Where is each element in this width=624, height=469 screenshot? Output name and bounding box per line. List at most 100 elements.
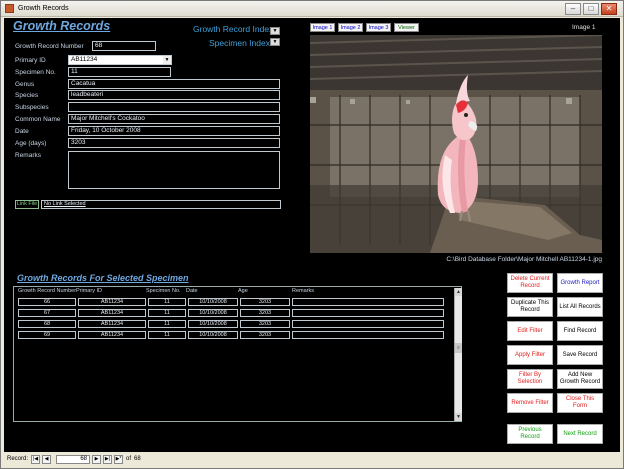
cell-specimen-no[interactable]: 11 — [148, 309, 186, 317]
growth-index-label: Growth Record Index — [193, 24, 274, 34]
link-status-text[interactable]: No Link Selected — [44, 201, 86, 207]
common-name-field[interactable]: Major Mitchell's Cockatoo — [68, 114, 280, 124]
remove-filter-button[interactable]: Remove Filter — [507, 393, 553, 413]
record-navigation-bar: Record: |◀ ◀ 68 ▶ ▶| ▶* of 68 — [4, 453, 620, 467]
cell-date[interactable]: 10/10/2008 — [188, 331, 238, 339]
tab-viewer[interactable]: Viewer — [394, 23, 419, 32]
cell-remarks[interactable] — [292, 298, 444, 306]
primary-id-label: Primary ID — [15, 57, 46, 64]
filter-by-selection-button[interactable]: Filter By Selection — [507, 369, 553, 389]
find-record-button[interactable]: Find Record — [557, 321, 603, 341]
next-record-icon[interactable]: ▶ — [92, 455, 101, 464]
form-icon — [5, 4, 14, 13]
species-label: Species — [15, 92, 39, 99]
tab-image-2[interactable]: Image 2 — [338, 23, 363, 32]
close-icon[interactable]: ✕ — [601, 3, 617, 15]
save-record-button[interactable]: Save Record — [557, 345, 603, 365]
next-record-button[interactable]: Next Record — [557, 424, 603, 444]
last-record-icon[interactable]: ▶| — [103, 455, 112, 464]
primary-id-value: AB11234 — [71, 56, 98, 63]
subform-vertical-scrollbar[interactable]: ▲ ≡ ▼ — [454, 288, 462, 421]
cell-growth-record-number[interactable]: 67 — [18, 309, 76, 317]
record-total: 68 — [134, 456, 141, 462]
add-new-record-button[interactable]: Add New Growth Record — [557, 369, 603, 389]
chevron-down-icon[interactable]: ▼ — [163, 56, 171, 64]
cell-remarks[interactable] — [292, 309, 444, 317]
cell-specimen-no[interactable]: 11 — [148, 331, 186, 339]
genus-label: Genus — [15, 81, 35, 88]
cell-growth-record-number[interactable]: 66 — [18, 298, 76, 306]
specimen-no-field[interactable]: 11 — [68, 67, 171, 77]
specimen-index-label: Specimen Index — [209, 38, 270, 48]
subspecies-field[interactable] — [68, 102, 280, 112]
column-header-primary-id: Primary ID — [76, 288, 102, 294]
cell-age[interactable]: 3203 — [240, 320, 290, 328]
date-field[interactable]: Friday, 10 October 2008 — [68, 126, 280, 136]
cell-date[interactable]: 10/10/2008 — [188, 309, 238, 317]
previous-record-icon[interactable]: ◀ — [42, 455, 51, 464]
growth-report-button[interactable]: Growth Report — [557, 273, 603, 293]
cell-specimen-no[interactable]: 11 — [148, 298, 186, 306]
link-file-button[interactable]: Link File — [15, 200, 39, 209]
table-row[interactable]: 68 AB11234 11 10/10/2008 3203 — [18, 320, 448, 328]
maximize-icon[interactable]: □ — [583, 3, 599, 15]
scroll-down-icon[interactable]: ▼ — [455, 413, 462, 421]
form-horizontal-scrollbar[interactable] — [148, 456, 618, 464]
age-field[interactable]: 3203 — [68, 138, 280, 148]
cell-primary-id[interactable]: AB11234 — [78, 298, 146, 306]
cell-remarks[interactable] — [292, 320, 444, 328]
date-label: Date — [15, 128, 29, 135]
cell-date[interactable]: 10/10/2008 — [188, 320, 238, 328]
species-field[interactable]: leadbeateri — [68, 90, 280, 100]
subform-title: Growth Records For Selected Specimen — [17, 273, 189, 283]
specimen-photo[interactable] — [310, 35, 602, 253]
growth-records-subform: Growth Record Number Primary ID Specimen… — [13, 286, 462, 422]
previous-record-button[interactable]: Previous Record — [507, 424, 553, 444]
growth-record-number-label: Growth Record Number — [15, 43, 84, 50]
edit-filter-button[interactable]: Edit Filter — [507, 321, 553, 341]
cell-age[interactable]: 3203 — [240, 331, 290, 339]
tab-image-3[interactable]: Image 3 — [366, 23, 391, 32]
cell-age[interactable]: 3203 — [240, 298, 290, 306]
column-header-age: Age — [238, 288, 248, 294]
cell-remarks[interactable] — [292, 331, 444, 339]
column-header-growth-record-number: Growth Record Number — [18, 288, 77, 294]
apply-filter-button[interactable]: Apply Filter — [507, 345, 553, 365]
primary-id-combo[interactable]: AB11234 ▼ — [68, 55, 172, 65]
current-record-input[interactable]: 68 — [56, 455, 90, 464]
remarks-field[interactable] — [68, 151, 280, 189]
scroll-up-icon[interactable]: ▲ — [455, 288, 462, 296]
table-row[interactable]: 69 AB11234 11 10/10/2008 3203 — [18, 331, 448, 339]
genus-field[interactable]: Cacatua — [68, 79, 280, 89]
growth-record-number-field[interactable]: 68 — [92, 41, 156, 51]
close-form-button[interactable]: Close This Form — [557, 393, 603, 413]
tab-image-1[interactable]: Image 1 — [310, 23, 335, 32]
column-header-remarks: Remarks — [292, 288, 315, 294]
list-all-records-button[interactable]: List All Records — [557, 297, 603, 317]
table-row[interactable]: 66 AB11234 11 10/10/2008 3203 — [18, 298, 448, 306]
cell-specimen-no[interactable]: 11 — [148, 320, 186, 328]
table-row[interactable]: 67 AB11234 11 10/10/2008 3203 — [18, 309, 448, 317]
cell-growth-record-number[interactable]: 68 — [18, 320, 76, 328]
cell-date[interactable]: 10/10/2008 — [188, 298, 238, 306]
window-title: Growth Records — [18, 5, 69, 12]
link-status-box: No Link Selected — [41, 200, 281, 209]
delete-record-button[interactable]: Delete Current Record — [507, 273, 553, 293]
first-record-icon[interactable]: |◀ — [31, 455, 40, 464]
growth-index-dropdown[interactable]: ▼ — [270, 27, 280, 35]
duplicate-record-button[interactable]: Duplicate This Record — [507, 297, 553, 317]
cell-growth-record-number[interactable]: 69 — [18, 331, 76, 339]
subspecies-label: Subspecies — [15, 104, 49, 111]
column-header-date: Date — [186, 288, 198, 294]
cell-primary-id[interactable]: AB11234 — [78, 309, 146, 317]
access-window: Growth Records – □ ✕ Growth Records Grow… — [0, 0, 624, 469]
scroll-thumb[interactable]: ≡ — [455, 343, 462, 353]
specimen-index-dropdown[interactable]: ▼ — [270, 38, 280, 46]
new-record-icon[interactable]: ▶* — [114, 455, 123, 464]
cell-age[interactable]: 3203 — [240, 309, 290, 317]
cell-primary-id[interactable]: AB11234 — [78, 331, 146, 339]
record-of-label: of — [126, 456, 132, 462]
cell-primary-id[interactable]: AB11234 — [78, 320, 146, 328]
title-bar: Growth Records – □ ✕ — [1, 1, 623, 17]
minimize-icon[interactable]: – — [565, 3, 581, 15]
